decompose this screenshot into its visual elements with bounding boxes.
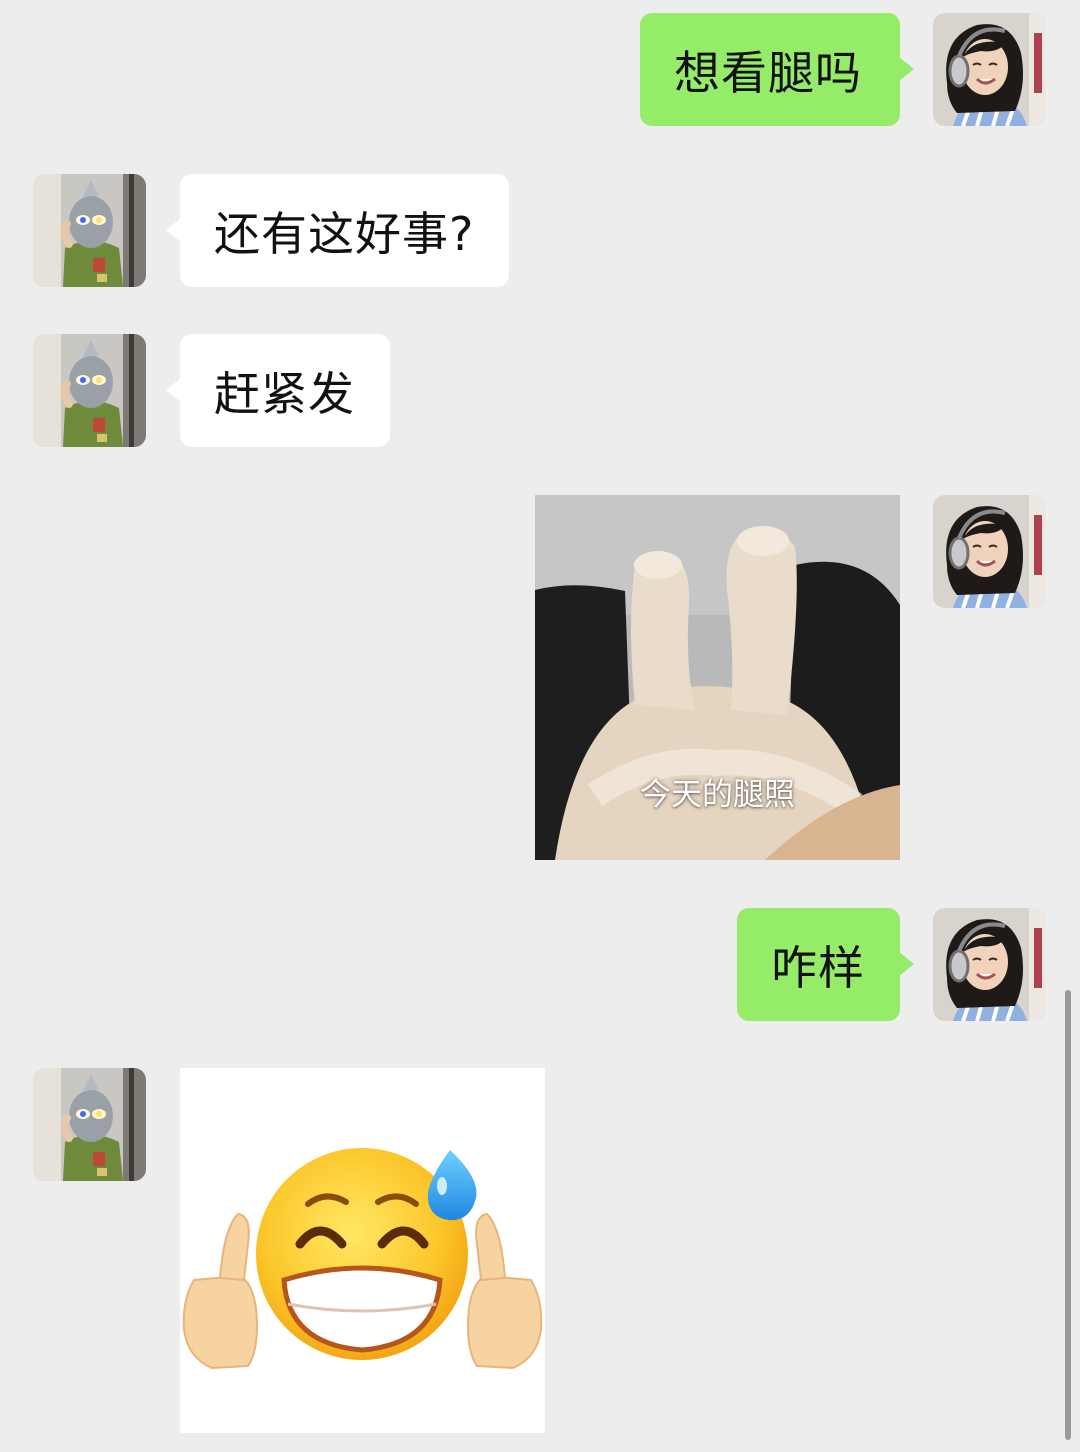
sweat-smile-thumbs-up-emoji-icon — [180, 1068, 545, 1433]
my-avatar[interactable] — [933, 13, 1046, 126]
avatar-girl-icon — [933, 495, 1046, 608]
sticker-caption: 今天的腿照 — [640, 777, 795, 813]
avatar-girl-icon — [933, 13, 1046, 126]
friend-avatar[interactable] — [33, 174, 146, 287]
message-text: 还有这好事? — [214, 206, 475, 261]
cat-legs-sticker[interactable]: 今天的腿照 — [535, 495, 900, 860]
sent-text-bubble[interactable]: 想看腿吗 — [640, 13, 914, 126]
message-text: 赶紧发 — [214, 366, 355, 421]
friend-avatar[interactable] — [33, 1068, 146, 1181]
my-avatar[interactable] — [933, 908, 1046, 1021]
avatar-ultraman-icon — [33, 1068, 146, 1181]
my-avatar[interactable] — [933, 495, 1046, 608]
message-text: 咋样 — [771, 940, 865, 995]
sweat-smile-thumbs-up-sticker[interactable] — [180, 1068, 545, 1433]
avatar-ultraman-icon — [33, 334, 146, 447]
received-text-bubble[interactable]: 赶紧发 — [166, 334, 390, 447]
avatar-girl-icon — [933, 908, 1046, 1021]
sent-text-bubble[interactable]: 咋样 — [737, 908, 914, 1021]
message-text: 想看腿吗 — [674, 45, 862, 100]
friend-avatar[interactable] — [33, 334, 146, 447]
received-text-bubble[interactable]: 还有这好事? — [166, 174, 509, 287]
scrollbar[interactable] — [1065, 990, 1071, 1440]
avatar-ultraman-icon — [33, 174, 146, 287]
